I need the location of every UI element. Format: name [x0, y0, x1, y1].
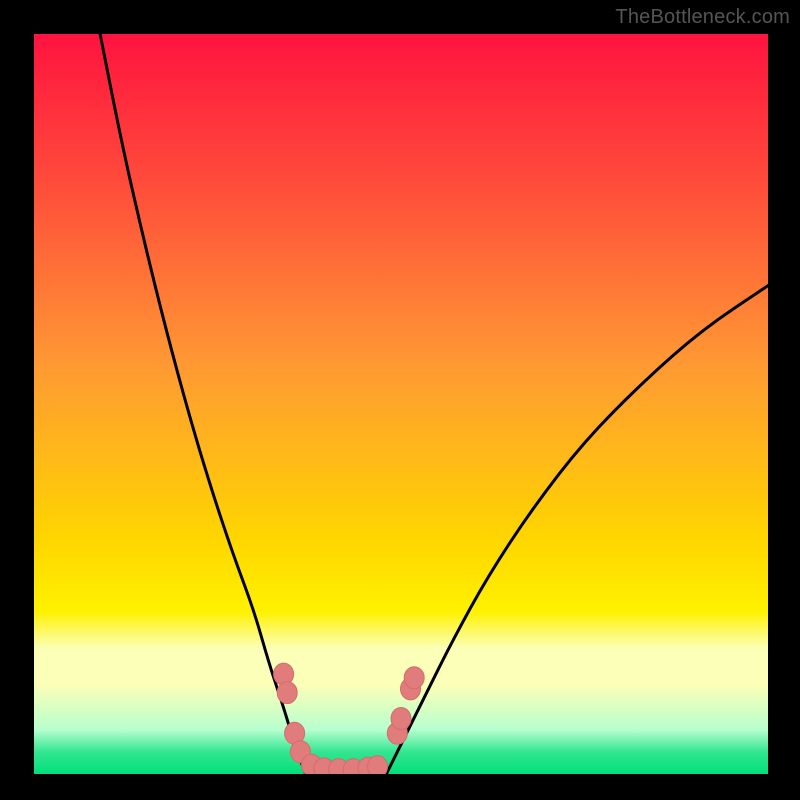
- marker-dot: [404, 667, 424, 689]
- chart-canvas: [34, 34, 768, 774]
- watermark-text: TheBottleneck.com: [615, 6, 790, 29]
- gradient-bg: [34, 34, 768, 774]
- marker-dot: [391, 708, 411, 730]
- marker-dot: [368, 756, 388, 774]
- bottleneck-chart: [34, 34, 768, 774]
- marker-dot: [277, 682, 297, 704]
